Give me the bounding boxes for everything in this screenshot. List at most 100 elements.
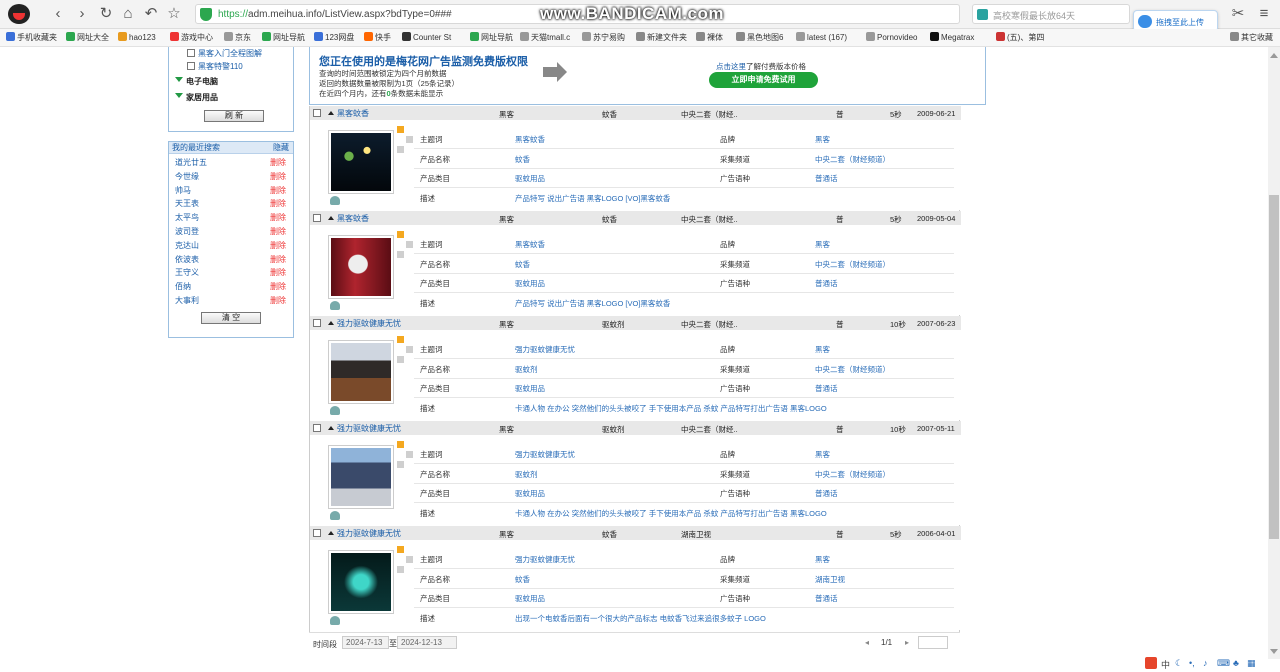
date-from-input[interactable]: 2024-7-13: [342, 636, 389, 649]
record-checkbox[interactable]: [313, 424, 321, 432]
delete-link[interactable]: 删除: [270, 211, 286, 225]
pricing-link[interactable]: 点击这里: [716, 62, 746, 71]
recent-search-item[interactable]: 王守义 删除: [169, 266, 293, 280]
undo-icon[interactable]: ↶: [143, 6, 159, 22]
category-group[interactable]: 电子电脑: [175, 76, 293, 87]
favorite-icon[interactable]: [330, 511, 340, 520]
bookmark-item[interactable]: Counter St: [402, 32, 451, 42]
favorite-icon[interactable]: [330, 616, 340, 625]
record-title-link[interactable]: 强力驱蚊健康无忧: [328, 318, 401, 329]
checkbox[interactable]: [187, 62, 195, 70]
punctuation-icon[interactable]: •,: [1189, 658, 1195, 668]
delete-link[interactable]: 删除: [270, 184, 286, 198]
extensions-icon[interactable]: ✂: [1230, 6, 1246, 22]
field-value[interactable]: 普通话: [815, 383, 838, 394]
record-checkbox[interactable]: [313, 214, 321, 222]
recent-search-item[interactable]: 依波表 删除: [169, 253, 293, 267]
field-value[interactable]: 黑客: [815, 239, 830, 250]
delete-link[interactable]: 删除: [270, 197, 286, 211]
record-title-link[interactable]: 强力驱蚊健康无忧: [328, 528, 401, 539]
recent-search-item[interactable]: 道光廿五 删除: [169, 156, 293, 170]
field-value[interactable]: 驱蚊剂: [515, 364, 538, 375]
recent-search-item[interactable]: 今世缘 删除: [169, 170, 293, 184]
field-value[interactable]: 中央二套（财经频道）: [815, 364, 890, 375]
recent-search-item[interactable]: 帅马 删除: [169, 184, 293, 198]
bookmark-item[interactable]: 网址大全: [66, 32, 109, 43]
field-value[interactable]: 黑客: [815, 344, 830, 355]
next-page-icon[interactable]: ▸: [905, 638, 909, 647]
bookmark-item[interactable]: (五)、第四: [996, 32, 1044, 43]
record-title-link[interactable]: 强力驱蚊健康无忧: [328, 423, 401, 434]
recent-search-item[interactable]: 克达山 删除: [169, 239, 293, 253]
field-value[interactable]: 黑客蚊香: [515, 239, 545, 250]
field-value[interactable]: 驱蚊剂: [515, 469, 538, 480]
microphone-icon[interactable]: ♪: [1203, 658, 1208, 668]
forward-icon[interactable]: ›: [74, 6, 90, 22]
bookmark-item[interactable]: 网址导航: [470, 32, 513, 43]
delete-link[interactable]: 删除: [270, 294, 286, 308]
delete-link[interactable]: 删除: [270, 225, 286, 239]
recent-search-item[interactable]: 佰纳 删除: [169, 280, 293, 294]
sogou-ime-icon[interactable]: [1145, 657, 1157, 669]
back-icon[interactable]: ‹: [50, 6, 66, 22]
field-value[interactable]: 蚊香: [515, 259, 530, 270]
category-group[interactable]: 家居用品: [175, 92, 293, 103]
reload-icon[interactable]: ↻: [98, 6, 114, 22]
bookmark-item[interactable]: 其它收藏: [1230, 32, 1273, 43]
date-to-input[interactable]: 2024-12-13: [397, 636, 457, 649]
favorite-icon[interactable]: [330, 301, 340, 310]
record-title-link[interactable]: 黑客蚊香: [328, 213, 369, 224]
bookmark-item[interactable]: 123网盘: [314, 32, 354, 43]
star-icon[interactable]: ☆: [166, 6, 182, 22]
field-value[interactable]: 卡通人物 在办公 突然他们的头头被咬了 手下使用本产品 杀蚊 产品特写打出广告语…: [515, 403, 827, 414]
hide-link[interactable]: 隐藏: [273, 142, 289, 154]
category-item[interactable]: 黑客入门全程图解: [175, 47, 293, 60]
field-value[interactable]: 中央二套（财经频道）: [815, 259, 890, 270]
recent-search-item[interactable]: 太平鸟 删除: [169, 211, 293, 225]
apply-free-trial-button[interactable]: 立即申请免费试用: [709, 72, 818, 88]
field-value[interactable]: 卡通人物 在办公 突然他们的头头被咬了 手下使用本产品 杀蚊 产品特写打出广告语…: [515, 508, 827, 519]
favorite-icon[interactable]: [330, 196, 340, 205]
field-value[interactable]: 蚊香: [515, 574, 530, 585]
field-value[interactable]: 产品特写 说出广告语 黑客LOGO [VO]黑客蚊香: [515, 193, 670, 204]
browser-search-box[interactable]: 高校寒假最长放64天: [972, 4, 1130, 24]
field-value[interactable]: 黑客: [815, 449, 830, 460]
bookmark-item[interactable]: 京东: [224, 32, 251, 43]
field-value[interactable]: 强力驱蚊健康无忧: [515, 449, 575, 460]
scroll-down-icon[interactable]: [1270, 649, 1278, 658]
ad-thumbnail[interactable]: [328, 550, 394, 614]
ad-thumbnail[interactable]: [328, 340, 394, 404]
clear-button[interactable]: 清 空: [201, 311, 261, 324]
record-checkbox[interactable]: [313, 529, 321, 537]
field-value[interactable]: 驱蚊用品: [515, 593, 545, 604]
field-value[interactable]: 中央二套（财经频道）: [815, 469, 890, 480]
menu-icon[interactable]: ≡: [1256, 6, 1272, 22]
bookmark-item[interactable]: Megatrax: [930, 32, 974, 42]
home-icon[interactable]: ⌂: [120, 6, 136, 22]
ad-thumbnail[interactable]: [328, 130, 394, 194]
delete-link[interactable]: 删除: [270, 253, 286, 267]
checkbox[interactable]: [187, 49, 195, 57]
bookmark-item[interactable]: 网址导航: [262, 32, 305, 43]
field-value[interactable]: 普通话: [815, 488, 838, 499]
field-value[interactable]: 黑客: [815, 554, 830, 565]
delete-link[interactable]: 删除: [270, 266, 286, 280]
browser-logo-icon[interactable]: [8, 4, 30, 24]
page-select[interactable]: [918, 636, 948, 649]
bookmark-item[interactable]: hao123: [118, 32, 156, 42]
delete-link[interactable]: 删除: [270, 280, 286, 294]
bookmark-item[interactable]: 手机收藏夹: [6, 32, 57, 43]
page-scrollbar[interactable]: [1268, 47, 1280, 659]
field-value[interactable]: 驱蚊用品: [515, 173, 545, 184]
moon-icon[interactable]: ☾: [1175, 658, 1183, 669]
field-value[interactable]: 普通话: [815, 278, 838, 289]
refresh-button[interactable]: 刷 新: [204, 110, 264, 122]
bookmark-item[interactable]: 天猫tmall.c: [520, 32, 570, 43]
bookmark-item[interactable]: 苏宁易购: [582, 32, 625, 43]
delete-link[interactable]: 删除: [270, 156, 286, 170]
field-value[interactable]: 强力驱蚊健康无忧: [515, 554, 575, 565]
field-value[interactable]: 中央二套（财经频道）: [815, 154, 890, 165]
field-value[interactable]: 普通话: [815, 593, 838, 604]
bookmark-item[interactable]: 游戏中心: [170, 32, 213, 43]
bookmark-item[interactable]: Pornovideo: [866, 32, 917, 42]
